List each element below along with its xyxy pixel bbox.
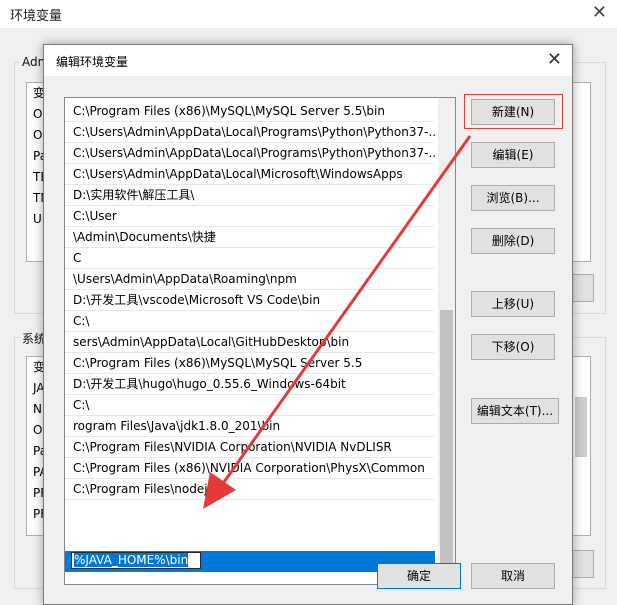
path-row[interactable]: C:\Users\Admin\AppData\Local\Microsoft\W…: [65, 164, 435, 185]
path-row[interactable]: rogram Files\Java\jdk1.8.0_201\bin: [65, 416, 435, 437]
path-list-scroll-thumb[interactable]: [440, 310, 453, 582]
path-edit-selected-text: %JAVA_HOME%\bin: [74, 553, 189, 567]
new-button[interactable]: 新建(N): [471, 99, 555, 125]
path-list-scrollbar[interactable]: [438, 98, 455, 584]
parent-titlebar: 环境变量 ✕: [0, 0, 617, 28]
parent-user-button-edge[interactable]: [572, 274, 594, 302]
path-row[interactable]: C:\: [65, 311, 435, 332]
path-list[interactable]: C:\Program Files (x86)\MySQL\MySQL Serve…: [64, 97, 456, 585]
path-row[interactable]: C:\: [65, 395, 435, 416]
path-row[interactable]: D:\开发工具\hugo\hugo_0.55.6_Windows-64bit: [65, 374, 435, 395]
path-row[interactable]: C:\Users\Admin\AppData\Local\Programs\Py…: [65, 143, 435, 164]
parent-window-title: 环境变量: [10, 9, 63, 24]
edit-button[interactable]: 编辑(E): [471, 142, 555, 168]
parent-system-button-edge[interactable]: [572, 550, 594, 578]
dialog-close-icon[interactable]: ✕: [547, 49, 562, 70]
cancel-button[interactable]: 取消: [471, 563, 555, 589]
delete-button[interactable]: 删除(D): [471, 228, 555, 254]
edit-text-button[interactable]: 编辑文本(T)...: [471, 398, 559, 424]
path-row[interactable]: D:\开发工具\vscode\Microsoft VS Code\bin: [65, 290, 435, 311]
parent-close-icon[interactable]: ✕: [592, 2, 607, 23]
move-down-button[interactable]: 下移(O): [471, 334, 555, 360]
path-row[interactable]: C: [65, 248, 435, 269]
path-row[interactable]: C:\User: [65, 206, 435, 227]
move-up-button[interactable]: 上移(U): [471, 291, 555, 317]
path-row[interactable]: C:\Program Files (x86)\MySQL\MySQL Serve…: [65, 353, 435, 374]
path-row[interactable]: sers\Admin\AppData\Local\GitHubDesktop\b…: [65, 332, 435, 353]
system-variables-list-right: [572, 356, 591, 536]
edit-environment-variable-dialog: 编辑环境变量 ✕ C:\Program Files (x86)\MySQL\My…: [43, 44, 573, 605]
path-row[interactable]: C:\Program Files (x86)\NVIDIA Corporatio…: [65, 458, 435, 479]
ok-button[interactable]: 确定: [377, 563, 461, 589]
path-row[interactable]: \Users\Admin\AppData\Roaming\npm: [65, 269, 435, 290]
path-row[interactable]: C:\Program Files\nodejs\: [65, 479, 435, 500]
path-row[interactable]: \Admin\Documents\快捷: [65, 227, 435, 248]
path-row[interactable]: C:\Program Files (x86)\MySQL\MySQL Serve…: [65, 101, 435, 122]
user-variables-list-right: [572, 82, 591, 262]
dialog-title: 编辑环境变量: [56, 55, 129, 69]
path-row[interactable]: D:\实用软件\解压工具\: [65, 185, 435, 206]
path-row[interactable]: C:\Program Files\NVIDIA Corporation\NVID…: [65, 437, 435, 458]
system-list-scroll-thumb[interactable]: [575, 397, 587, 457]
path-edit-input[interactable]: %JAVA_HOME%\bin: [71, 552, 201, 569]
path-row[interactable]: C:\Users\Admin\AppData\Local\Programs\Py…: [65, 122, 435, 143]
dialog-titlebar: 编辑环境变量 ✕: [44, 45, 572, 76]
browse-button[interactable]: 浏览(B)...: [471, 185, 555, 211]
